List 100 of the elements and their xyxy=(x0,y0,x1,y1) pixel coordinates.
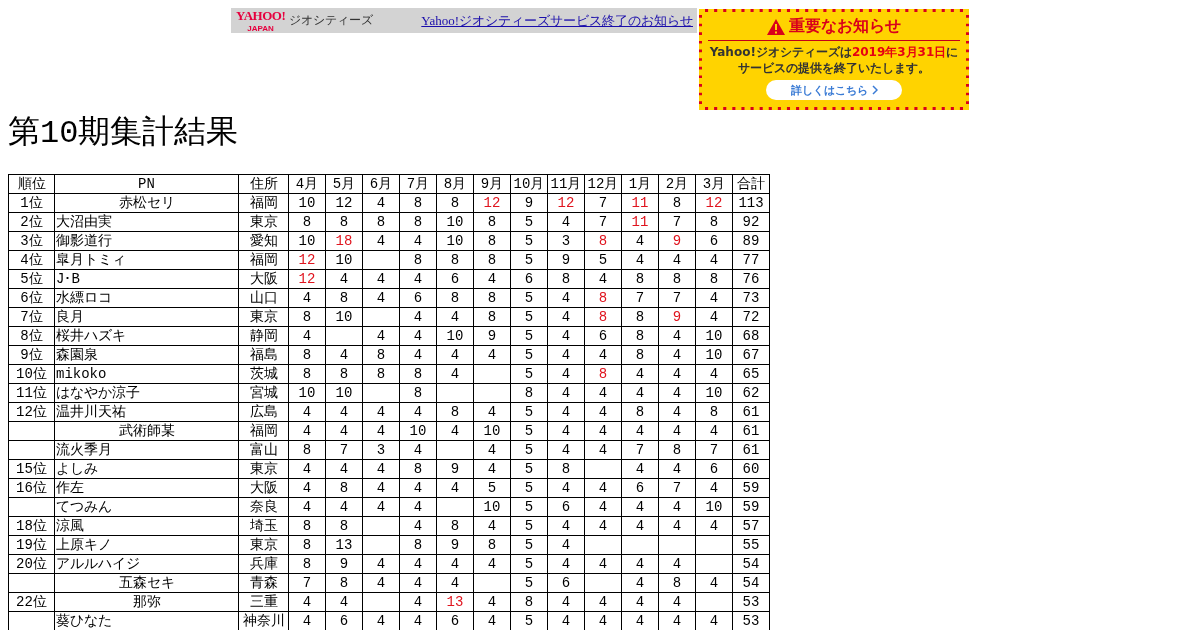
rank-cell xyxy=(8,440,55,460)
score-cell: 4 xyxy=(288,421,326,441)
score-cell: 4 xyxy=(399,326,437,346)
score-cell: 8 xyxy=(658,573,696,593)
score-cell: 4 xyxy=(695,478,733,498)
name-cell: 桜井ハズキ xyxy=(54,326,239,346)
score-cell: 4 xyxy=(547,345,585,365)
column-header: 8月 xyxy=(436,174,474,194)
notice-banner[interactable]: 重要なお知らせ Yahoo!ジオシティーズは2019年3月31日 に サービスの提供を終了いたします。 詳しくはこちら xyxy=(699,9,969,110)
total-cell: 67 xyxy=(732,345,770,365)
score-cell: 4 xyxy=(473,516,511,536)
score-cell: 4 xyxy=(695,288,733,308)
score-cell: 4 xyxy=(436,573,474,593)
score-cell: 9 xyxy=(658,231,696,251)
total-cell: 89 xyxy=(732,231,770,251)
name-cell: 温井川天祐 xyxy=(54,402,239,422)
score-cell: 4 xyxy=(658,364,696,384)
score-cell: 10 xyxy=(695,345,733,365)
score-cell: 4 xyxy=(288,478,326,498)
place-cell: 静岡 xyxy=(238,326,289,346)
notice-link[interactable]: Yahoo!ジオシティーズサービス終了のお知らせ xyxy=(421,11,693,30)
score-cell: 10 xyxy=(288,383,326,403)
score-cell: 10 xyxy=(325,383,363,403)
name-cell: 水縹ロコ xyxy=(54,288,239,308)
score-cell: 4 xyxy=(621,383,659,403)
rank-cell xyxy=(8,611,55,630)
score-cell: 4 xyxy=(399,478,437,498)
score-cell: 7 xyxy=(658,478,696,498)
score-cell: 10 xyxy=(436,326,474,346)
column-header: 合計 xyxy=(732,174,770,194)
score-cell: 5 xyxy=(473,478,511,498)
total-cell: 61 xyxy=(732,440,770,460)
score-cell: 4 xyxy=(621,516,659,536)
score-cell: 8 xyxy=(436,516,474,536)
place-cell: 埼玉 xyxy=(238,516,289,536)
name-cell: 皐月トミィ xyxy=(54,250,239,270)
score-cell: 8 xyxy=(288,440,326,460)
score-cell: 4 xyxy=(436,345,474,365)
score-cell: 8 xyxy=(658,440,696,460)
rank-cell: 15位 xyxy=(8,459,55,479)
score-cell: 4 xyxy=(399,573,437,593)
score-cell: 8 xyxy=(325,478,363,498)
score-cell: 4 xyxy=(399,592,437,612)
score-cell: 8 xyxy=(399,364,437,384)
score-cell: 8 xyxy=(658,269,696,289)
score-cell: 4 xyxy=(584,554,622,574)
score-cell: 7 xyxy=(621,288,659,308)
column-header: 順位 xyxy=(8,174,55,194)
score-cell: 4 xyxy=(547,364,585,384)
score-cell: 4 xyxy=(695,421,733,441)
place-cell: 山口 xyxy=(238,288,289,308)
score-cell: 4 xyxy=(547,516,585,536)
score-cell: 4 xyxy=(658,421,696,441)
rank-cell: 10位 xyxy=(8,364,55,384)
score-cell: 4 xyxy=(584,592,622,612)
total-cell: 59 xyxy=(732,478,770,498)
score-cell: 7 xyxy=(658,288,696,308)
score-cell: 4 xyxy=(584,402,622,422)
name-cell: 良月 xyxy=(54,307,239,327)
score-cell: 4 xyxy=(621,497,659,517)
score-cell: 10 xyxy=(436,231,474,251)
score-cell: 4 xyxy=(473,345,511,365)
score-cell: 8 xyxy=(288,364,326,384)
score-cell: 8 xyxy=(288,212,326,232)
score-cell: 4 xyxy=(288,288,326,308)
score-cell: 4 xyxy=(362,497,400,517)
score-cell: 6 xyxy=(510,269,548,289)
score-cell: 4 xyxy=(695,250,733,270)
score-cell: 4 xyxy=(362,193,400,213)
place-cell: 福岡 xyxy=(238,193,289,213)
score-cell: 6 xyxy=(547,573,585,593)
score-cell: 5 xyxy=(510,212,548,232)
name-cell: 森園泉 xyxy=(54,345,239,365)
rank-cell xyxy=(8,497,55,517)
score-cell: 4 xyxy=(362,288,400,308)
score-cell: 4 xyxy=(547,383,585,403)
score-cell: 4 xyxy=(473,459,511,479)
score-cell: 4 xyxy=(325,345,363,365)
score-cell: 4 xyxy=(584,345,622,365)
name-cell: 五森セキ xyxy=(54,573,239,593)
score-cell: 4 xyxy=(547,592,585,612)
rank-cell: 7位 xyxy=(8,307,55,327)
rank-cell: 12位 xyxy=(8,402,55,422)
score-cell: 4 xyxy=(547,421,585,441)
score-cell: 7 xyxy=(584,212,622,232)
score-cell: 10 xyxy=(695,326,733,346)
details-button[interactable]: 詳しくはこちら xyxy=(766,80,902,101)
score-cell: 5 xyxy=(510,307,548,327)
score-cell: 12 xyxy=(547,193,585,213)
column-header: 5月 xyxy=(325,174,363,194)
score-cell: 4 xyxy=(584,478,622,498)
score-cell: 4 xyxy=(547,554,585,574)
total-cell: 113 xyxy=(732,193,770,213)
place-cell: 愛知 xyxy=(238,231,289,251)
score-cell: 3 xyxy=(547,231,585,251)
score-cell: 9 xyxy=(510,193,548,213)
score-cell: 12 xyxy=(288,269,326,289)
score-cell: 8 xyxy=(362,364,400,384)
notice-message: Yahoo!ジオシティーズは2019年3月31日 に サービスの提供を終了いたします。 xyxy=(709,45,959,77)
score-cell: 5 xyxy=(510,535,548,555)
